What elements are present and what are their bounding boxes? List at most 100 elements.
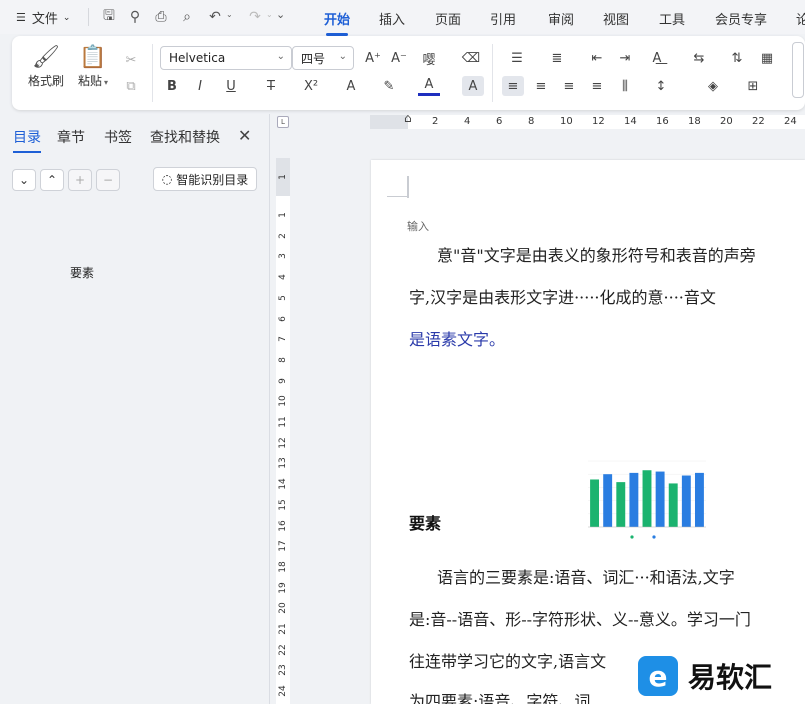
document-page[interactable]: 输入 意"音"文字是由表义的象形符号和表音的声旁 字,汉字是由表形文字进····… xyxy=(371,160,805,704)
decrease-indent-icon[interactable]: ⇤ xyxy=(586,48,608,68)
distributed-icon[interactable]: ⫼ xyxy=(614,76,636,96)
print-icon[interactable]: ⎙ xyxy=(150,6,172,28)
tab-sections[interactable]: 章节 xyxy=(57,127,85,147)
sort-icon[interactable]: ⇅ xyxy=(726,48,748,68)
clear-format-icon[interactable]: ⌫ xyxy=(460,48,482,68)
tab-toc[interactable]: 目录 xyxy=(13,127,41,153)
indent-marker-icon[interactable]: ⌂ xyxy=(404,111,412,125)
ruler-number: 1 xyxy=(278,212,288,218)
paste-button[interactable]: 📋 粘贴 ▾ xyxy=(78,44,108,89)
shading-icon[interactable]: ◈ xyxy=(702,76,724,96)
add-toc-item-button[interactable]: + xyxy=(68,169,92,191)
increase-indent-icon[interactable]: ⇥ xyxy=(614,48,636,68)
bullet-list-icon[interactable]: ☰ xyxy=(506,48,528,68)
chart-bar xyxy=(668,483,678,527)
section-heading[interactable]: 要素 xyxy=(409,510,441,534)
strikethrough-icon[interactable]: T xyxy=(260,76,282,96)
bold-icon[interactable]: B xyxy=(161,76,183,96)
justify-icon[interactable]: ≡ xyxy=(586,76,608,96)
text-effect-icon[interactable]: A xyxy=(340,76,362,96)
copy-icon[interactable]: ⧉ xyxy=(120,76,142,96)
tab-bookmarks[interactable]: 书签 xyxy=(104,127,132,147)
increase-font-icon[interactable]: A⁺ xyxy=(362,48,384,68)
chevron-down-icon: ⌄ xyxy=(338,51,347,62)
font-color-icon[interactable]: A xyxy=(418,76,440,96)
paragraph-line[interactable]: 语言的三要素是:语音、词汇···和语法,文字 xyxy=(409,564,805,588)
ruler-number: 24 xyxy=(278,685,288,697)
paragraph-line[interactable]: 意"音"文字是由表义的象形符号和表音的声旁 xyxy=(409,242,805,266)
decrease-font-icon[interactable]: A⁻ xyxy=(388,48,410,68)
paragraph-line[interactable]: 是语素文字。 xyxy=(409,326,805,350)
horizontal-ruler[interactable]: ⌂ 2 4 6 8 10 12 14 16 18 20 22 24 xyxy=(370,111,805,129)
underline-icon[interactable]: U xyxy=(220,76,242,96)
chart-bar xyxy=(590,479,600,527)
file-menu[interactable]: ☰ 文件 ⌄ xyxy=(16,8,70,27)
font-name-select[interactable]: Helvetica ⌄ xyxy=(160,46,292,70)
char-shading-icon[interactable]: A xyxy=(462,76,484,96)
tab-tools[interactable]: 工具 xyxy=(659,9,685,28)
smart-toc-button[interactable]: ◌ 智能识别目录 xyxy=(153,167,257,191)
ruler-number: 10 xyxy=(560,116,573,127)
line-spacing-icon[interactable]: ↕ xyxy=(650,76,672,96)
align-left-icon[interactable]: ≡ xyxy=(502,76,524,96)
collapse-button[interactable]: ⌄ xyxy=(12,169,36,191)
ruler-number: 3 xyxy=(278,253,288,260)
paragraph-line[interactable]: 是:音--语音、形--字符形状、义--意义。学习一门 xyxy=(409,606,805,630)
align-center-icon[interactable]: ≡ xyxy=(530,76,552,96)
redo-dropdown-icon[interactable]: ⌄ xyxy=(266,10,273,19)
text-direction-icon[interactable]: ⇆ xyxy=(688,48,710,68)
toc-item[interactable]: 要素 xyxy=(70,264,94,281)
print-preview-icon[interactable]: ⌕ xyxy=(176,6,198,28)
border-icon[interactable]: ⊞ xyxy=(742,76,764,96)
font-size-value: 四号 xyxy=(301,51,326,66)
chart-bar xyxy=(629,472,639,527)
close-icon[interactable]: ✕ xyxy=(238,126,251,145)
tab-find-replace[interactable]: 查找和替换 xyxy=(150,127,220,147)
menu-icon: ☰ xyxy=(16,11,26,24)
paragraph-line[interactable]: 字,汉字是由表形文字进·····化成的意····音文 xyxy=(409,284,805,308)
undo-icon[interactable]: ↶ xyxy=(204,6,226,28)
chinese-layout-icon[interactable]: A͟ xyxy=(646,48,668,68)
remove-toc-item-button[interactable]: − xyxy=(96,169,120,191)
ruler-number: 11 xyxy=(278,416,288,428)
cut-icon[interactable]: ✂ xyxy=(120,50,142,70)
italic-icon[interactable]: I xyxy=(189,76,211,96)
more-dropdown-icon[interactable]: ⌄ xyxy=(276,8,285,21)
share-icon[interactable]: ⚲ xyxy=(124,6,146,28)
tab-more[interactable]: 论 xyxy=(796,9,805,28)
show-marks-icon[interactable]: ▦ xyxy=(756,48,778,68)
ruler-number: 8 xyxy=(528,116,535,127)
tab-references[interactable]: 引用 xyxy=(490,9,516,28)
tab-member[interactable]: 会员专享 xyxy=(715,9,767,28)
tab-home[interactable]: 开始 xyxy=(324,9,350,36)
styles-gallery[interactable] xyxy=(792,42,804,98)
undo-dropdown-icon[interactable]: ⌄ xyxy=(226,10,233,19)
tab-page[interactable]: 页面 xyxy=(435,9,461,28)
divider xyxy=(152,44,153,102)
align-right-icon[interactable]: ≡ xyxy=(558,76,580,96)
format-painter-button[interactable]: 🖌 格式刷 xyxy=(28,44,64,89)
font-size-select[interactable]: 四号 ⌄ xyxy=(292,46,354,70)
tab-stop-selector[interactable]: L xyxy=(277,116,289,128)
save-icon[interactable]: 🖫 xyxy=(98,6,120,28)
redo-icon[interactable]: ↷ xyxy=(244,6,266,28)
highlight-icon[interactable]: ✎ xyxy=(378,76,400,96)
phonetic-guide-icon[interactable]: 嘤 xyxy=(418,48,440,68)
ruler-number: 2 xyxy=(278,232,288,239)
ruler-number: 6 xyxy=(496,116,503,127)
tab-review[interactable]: 审阅 xyxy=(548,9,574,28)
vertical-ruler[interactable]: 1 1 2 3 4 5 6 7 8 9 10 11 12 13 14 15 16 17 18 19 20 21 22 23 24 xyxy=(276,158,290,704)
ruler-number: 13 xyxy=(278,457,288,470)
superscript-icon[interactable]: X² xyxy=(300,76,322,96)
numbered-list-icon[interactable]: ≣ xyxy=(546,48,568,68)
crop-mark xyxy=(407,176,409,198)
ruler-number: 14 xyxy=(278,478,288,490)
ruler-number: 10 xyxy=(278,395,288,408)
navigation-pane: 目录 章节 书签 查找和替换 ✕ ⌄ ⌃ + − ◌ 智能识别目录 要素 xyxy=(0,114,270,704)
embedded-bar-chart[interactable] xyxy=(586,457,716,542)
ruler-number: 1 xyxy=(278,174,288,180)
ruler-number: 23 xyxy=(278,664,288,677)
expand-button[interactable]: ⌃ xyxy=(40,169,64,191)
tab-view[interactable]: 视图 xyxy=(603,9,629,28)
tab-insert[interactable]: 插入 xyxy=(379,9,405,28)
